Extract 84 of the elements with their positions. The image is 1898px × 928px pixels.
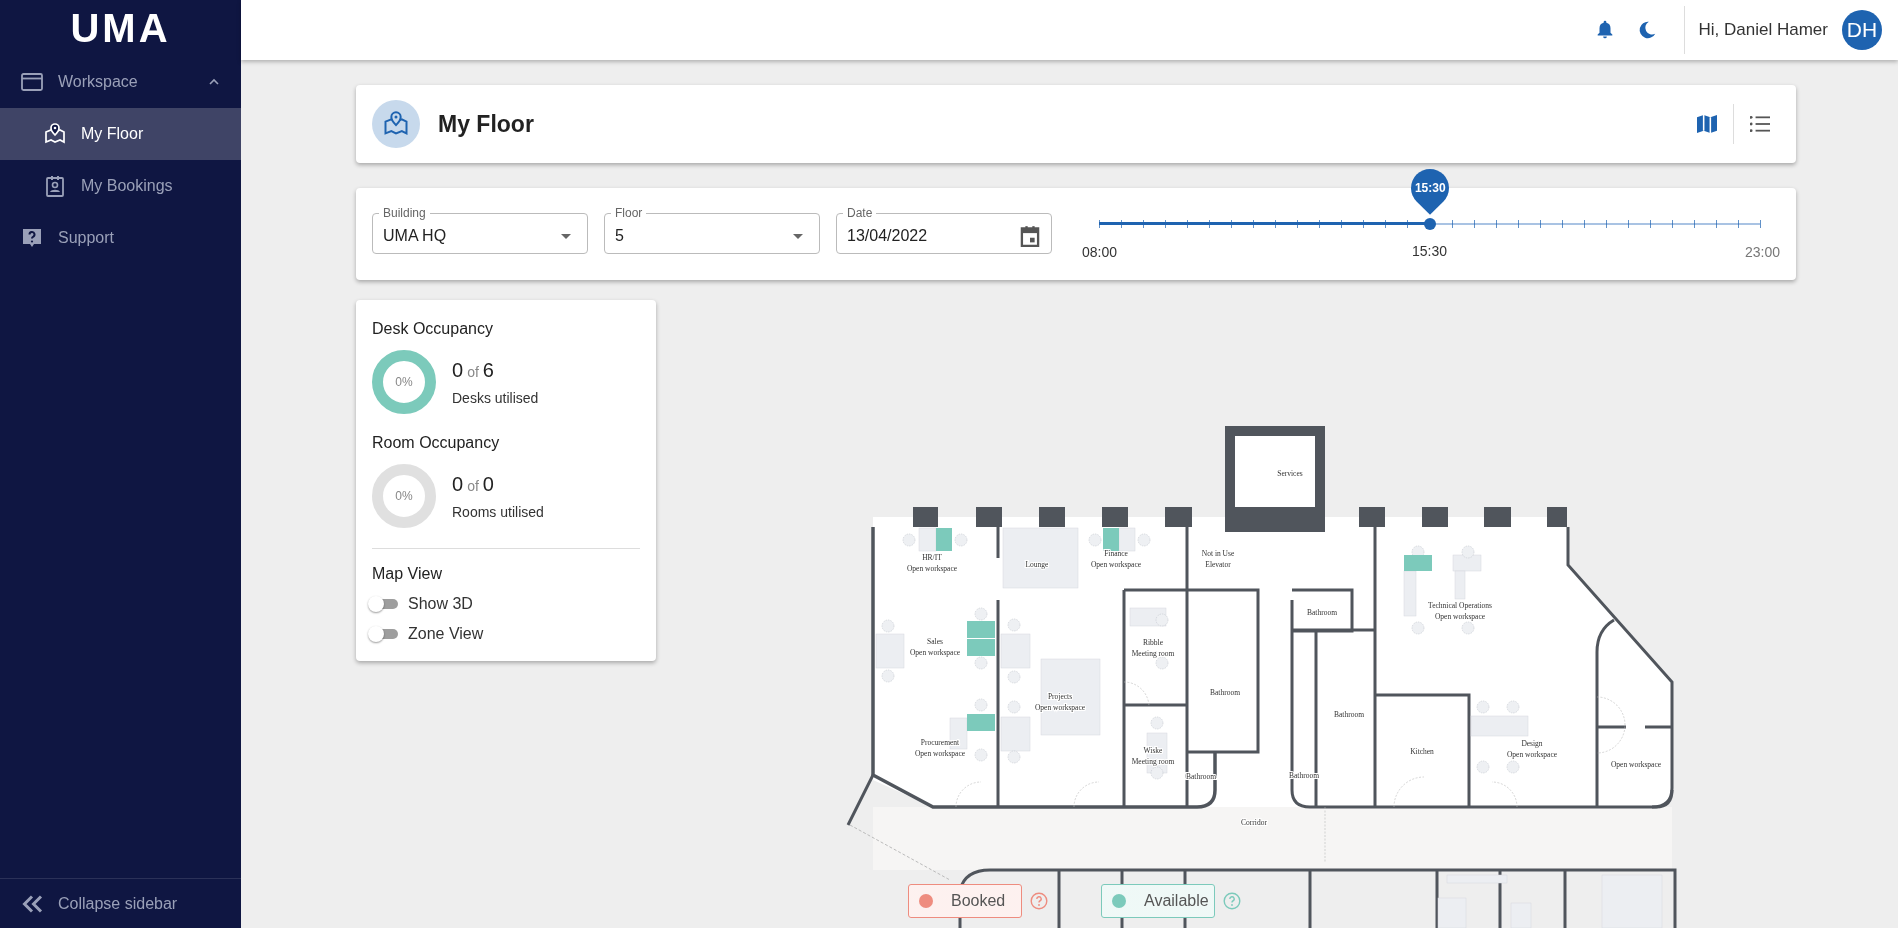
wall-column	[1359, 507, 1385, 527]
wall-column	[1484, 507, 1511, 527]
sidebar-item[interactable]: My Floor	[0, 108, 241, 160]
page-title: My Floor	[438, 110, 535, 138]
chair	[1007, 700, 1021, 714]
table	[1403, 570, 1417, 617]
dropdown-arrow-icon	[561, 233, 571, 239]
slider-thumb[interactable]	[1423, 218, 1436, 230]
chair	[1007, 670, 1021, 684]
chair	[1476, 760, 1490, 774]
greeting: Hi, Daniel Hamer	[1698, 20, 1828, 40]
legend-item: Booked	[908, 884, 1022, 918]
dropdown-field[interactable]: Building UMA HQ	[372, 206, 588, 254]
occupancy-count: 0 of 0	[452, 472, 495, 496]
wall-column	[913, 507, 938, 527]
table	[1470, 715, 1529, 737]
legend-item: Available	[1101, 884, 1215, 918]
dropdown-arrow-icon	[793, 233, 803, 239]
chair	[974, 656, 988, 670]
toggle-label: Zone View	[408, 625, 484, 643]
table	[1000, 716, 1031, 752]
chair	[974, 748, 988, 762]
chair	[881, 619, 895, 633]
chair	[881, 669, 895, 683]
table	[1000, 633, 1031, 669]
sidebar-item[interactable]: Workspace	[0, 56, 241, 108]
chair	[1088, 533, 1102, 547]
table	[918, 527, 937, 552]
sidebar-item[interactable]: My Bookings	[0, 160, 241, 212]
map-pin-icon	[43, 122, 67, 146]
wall-column	[1547, 507, 1567, 527]
wall-column	[1102, 507, 1128, 527]
avatar[interactable]: DH	[1842, 10, 1882, 50]
section-title: Map View	[372, 565, 443, 583]
help-icon[interactable]	[1030, 892, 1048, 910]
map-pin-icon	[372, 100, 420, 148]
toggle-label: Show 3D	[408, 595, 473, 613]
map-icon[interactable]	[1697, 115, 1717, 133]
date-field[interactable]: Date 13/04/2022	[836, 206, 1052, 254]
section-title: Desk Occupancy	[372, 320, 494, 338]
chair	[1137, 533, 1151, 547]
chair	[902, 533, 916, 547]
wall-column	[1422, 507, 1448, 527]
calendar-icon	[1019, 225, 1041, 247]
occupancy-caption: Rooms utilised	[452, 503, 544, 520]
section-title: Room Occupancy	[372, 434, 501, 452]
dropdown-field[interactable]: Floor 5	[604, 206, 820, 254]
chair	[1007, 750, 1021, 764]
time-label: 08:00	[1082, 244, 1118, 260]
wall-column	[1039, 507, 1065, 527]
chair	[1150, 716, 1164, 730]
chair	[974, 607, 988, 621]
chair	[1506, 700, 1520, 714]
sidebar-item[interactable]: Support	[0, 212, 241, 264]
chair	[1461, 545, 1475, 559]
collapse-sidebar-button[interactable]: Collapse sidebar	[0, 878, 241, 928]
desk[interactable]	[1103, 528, 1119, 551]
donut-chart: 0%	[372, 350, 436, 414]
time-label: 23:00	[1744, 244, 1780, 260]
chair	[1007, 618, 1021, 632]
chair	[1411, 621, 1425, 635]
id-badge-icon	[43, 174, 67, 198]
table	[1446, 874, 1508, 884]
help-icon[interactable]	[1223, 892, 1241, 910]
table	[1118, 527, 1136, 552]
chair	[1150, 766, 1164, 780]
occupancy-count: 0 of 6	[452, 358, 495, 382]
wall-column	[1165, 507, 1192, 527]
table	[875, 633, 905, 669]
time-label: 15:30	[1412, 243, 1447, 259]
chair	[1155, 656, 1169, 670]
chair	[1506, 760, 1520, 774]
chair	[1155, 613, 1169, 627]
chair	[954, 533, 968, 547]
table	[1437, 897, 1467, 928]
chair	[1461, 621, 1475, 635]
donut-chart: 0%	[372, 464, 436, 528]
chair	[974, 698, 988, 712]
wall-column	[976, 507, 1002, 527]
list-icon[interactable]	[1750, 115, 1770, 133]
logo: UMA	[69, 4, 172, 52]
window-icon	[20, 70, 44, 94]
occupancy-caption: Desks utilised	[452, 389, 539, 406]
chair	[1476, 700, 1490, 714]
